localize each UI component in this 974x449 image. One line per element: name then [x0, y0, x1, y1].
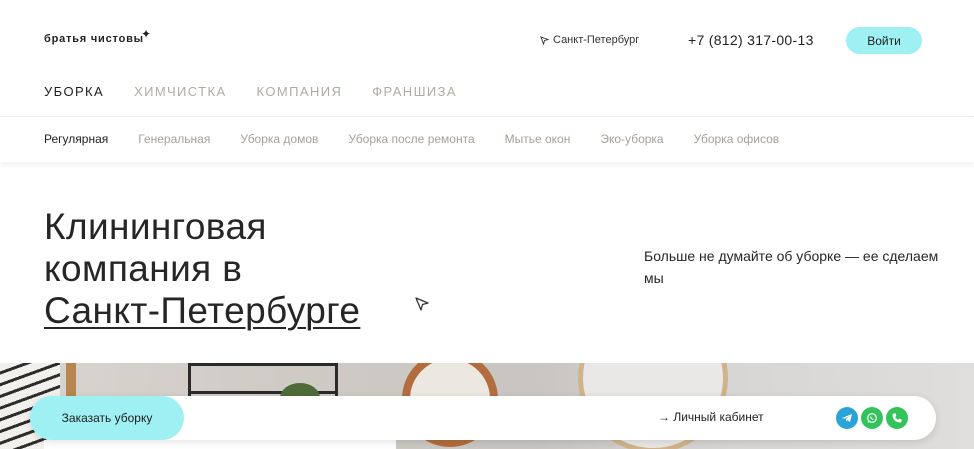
nav-item-cleaning[interactable]: УБОРКА	[44, 84, 104, 99]
sub-nav: Регулярная Генеральная Уборка домов Убор…	[0, 116, 974, 162]
login-button[interactable]: Войти	[846, 27, 922, 54]
telegram-icon[interactable]	[836, 407, 858, 429]
location-arrow-icon	[540, 35, 549, 45]
title-line-1: Клининговая	[44, 206, 267, 247]
subnav-item-houses[interactable]: Уборка домов	[240, 132, 318, 146]
cursor-arrow-icon[interactable]	[414, 296, 430, 312]
sparkle-icon: ✦	[141, 27, 152, 41]
subnav-item-offices[interactable]: Уборка офисов	[694, 132, 780, 146]
subnav-item-regular[interactable]: Регулярная	[44, 132, 108, 146]
content-panel	[44, 440, 396, 449]
nav-item-company[interactable]: КОМПАНИЯ	[257, 84, 343, 99]
subnav-item-general[interactable]: Генеральная	[138, 132, 210, 146]
nav-item-dry-cleaning[interactable]: ХИМЧИСТКА	[134, 84, 226, 99]
title-city-link[interactable]: Санкт-Петербурге	[44, 290, 360, 332]
whatsapp-icon[interactable]	[861, 407, 883, 429]
title-line-2: компания в	[44, 248, 243, 289]
city-selector[interactable]: Санкт-Петербург	[540, 34, 639, 46]
hero-subtitle: Больше не думайте об уборке — ее сделаем…	[644, 248, 939, 286]
subnav-item-after-renovation[interactable]: Уборка после ремонта	[348, 132, 474, 146]
main-nav: УБОРКА ХИМЧИСТКА КОМПАНИЯ ФРАНШИЗА	[44, 84, 487, 99]
bottom-action-bar: Заказать уборку → Личный кабинет	[30, 396, 936, 440]
messenger-links	[836, 407, 908, 429]
phone-number[interactable]: +7 (812) 317-00-13	[688, 32, 814, 48]
top-bar: братья чистовы ✦ Санкт-Петербург +7 (812…	[0, 0, 974, 80]
nav-item-franchise[interactable]: ФРАНШИЗА	[372, 84, 457, 99]
order-cleaning-button[interactable]: Заказать уборку	[30, 396, 184, 440]
phone-icon[interactable]	[886, 407, 908, 429]
city-label: Санкт-Петербург	[553, 34, 640, 46]
page-title: Клининговая компания в Санкт-Петербурге	[44, 206, 360, 332]
subnav-item-windows[interactable]: Мытье окон	[505, 132, 571, 146]
subnav-item-eco[interactable]: Эко-уборка	[600, 132, 663, 146]
logo[interactable]: братья чистовы	[44, 33, 144, 45]
personal-cabinet-link[interactable]: → Личный кабинет	[658, 410, 764, 424]
